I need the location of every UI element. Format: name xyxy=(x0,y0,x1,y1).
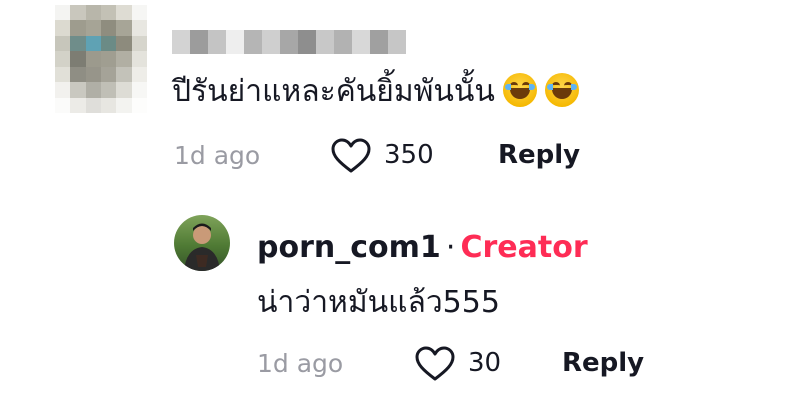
reply-text: น่าว่าหมันแล้ว555 xyxy=(257,285,500,320)
reply-header: porn_com1 · Creator xyxy=(257,230,588,265)
creator-badge: Creator xyxy=(460,230,588,265)
heart-icon[interactable] xyxy=(331,138,371,174)
avatar[interactable] xyxy=(55,5,147,113)
like-count: 350 xyxy=(384,140,434,170)
tears-of-joy-emoji-icon xyxy=(544,73,579,107)
creator-username[interactable]: porn_com1 xyxy=(257,230,441,265)
reply-time: 1d ago xyxy=(257,349,344,378)
comment-body: ปีรันย่าแหละคันยิ้มพันนั้น xyxy=(172,74,495,109)
tears-of-joy-emoji-icon xyxy=(502,73,537,107)
reply-button[interactable]: Reply xyxy=(498,140,580,170)
creator-avatar[interactable] xyxy=(174,215,230,271)
comment-text: ปีรันย่าแหละคันยิ้มพันนั้น xyxy=(172,72,579,112)
reply-like-count: 30 xyxy=(468,348,502,378)
heart-icon[interactable] xyxy=(415,346,455,382)
comment-time: 1d ago xyxy=(174,141,261,170)
separator-dot: · xyxy=(445,230,456,265)
reply-button[interactable]: Reply xyxy=(562,348,644,378)
username-redacted[interactable] xyxy=(172,30,406,54)
